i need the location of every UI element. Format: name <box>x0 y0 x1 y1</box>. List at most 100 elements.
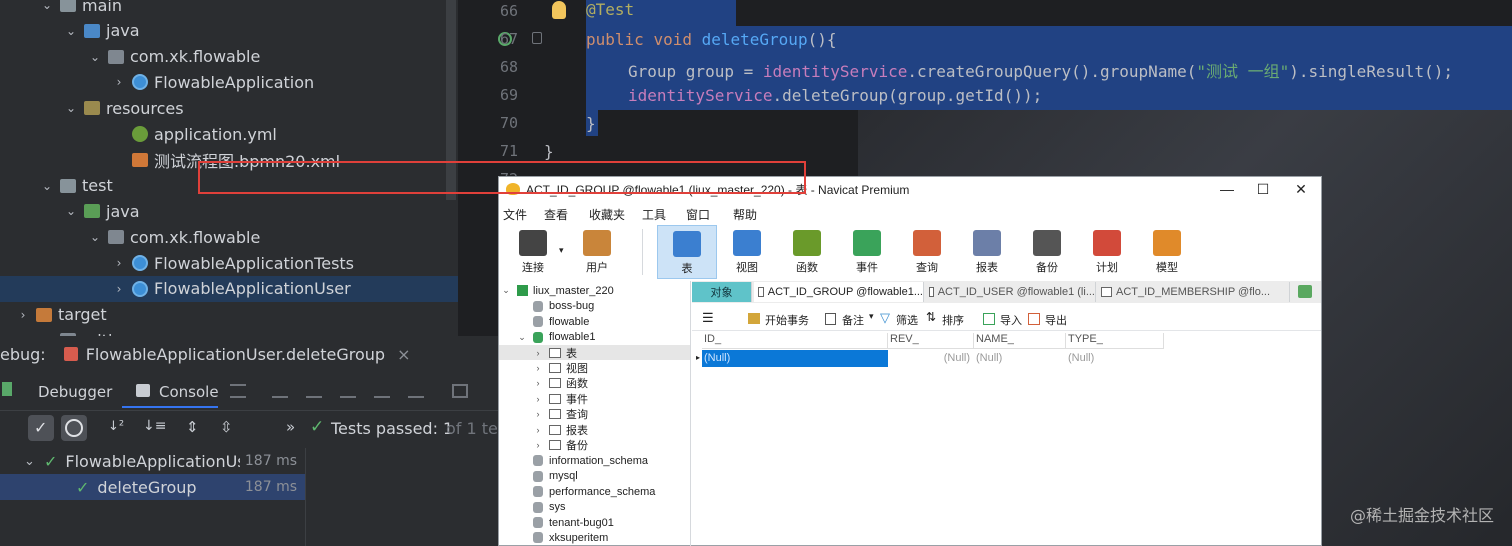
chevron-right-icon[interactable]: › <box>533 425 543 435</box>
chevron-down-icon[interactable]: ⌄ <box>517 332 527 343</box>
toolbar-report-button[interactable]: 报表 <box>957 225 1017 279</box>
filter-button[interactable]: 筛选 <box>896 312 918 328</box>
chevron-right-icon[interactable]: › <box>112 282 126 296</box>
chevron-down-icon[interactable]: ▾ <box>869 311 874 322</box>
step-out-icon[interactable] <box>374 384 390 398</box>
tree-item[interactable]: › target <box>0 302 458 328</box>
tree-item[interactable]: › FlowableApplicationTests <box>0 250 458 276</box>
more-icon[interactable]: » <box>286 418 295 436</box>
show-passed-toggle[interactable]: ✓ <box>28 415 54 441</box>
menu-item[interactable]: 文件 <box>503 206 527 223</box>
toolbar-user-button[interactable]: 用户 <box>567 225 627 279</box>
database-item[interactable]: performance_schema <box>499 484 690 500</box>
tree-item[interactable]: ⌄ java <box>0 198 458 224</box>
grid-cell[interactable]: (Null) <box>1066 350 1164 367</box>
database-item[interactable]: boss-bug <box>499 298 690 314</box>
test-case-row[interactable]: ✓ deleteGroup 187 ms <box>0 474 305 500</box>
database-item[interactable]: information_schema <box>499 453 690 469</box>
chevron-right-icon[interactable]: › <box>533 378 543 388</box>
export-button[interactable]: 导出 <box>1045 312 1067 328</box>
toolbar-model-button[interactable]: 模型 <box>1137 225 1197 279</box>
chevron-down-icon[interactable]: ⌄ <box>64 24 78 38</box>
tree-item[interactable]: › FlowableApplication <box>0 69 458 95</box>
tab-act-id-group[interactable]: ACT_ID_GROUP @flowable1... <box>754 282 924 302</box>
object-group-item[interactable]: › 表 <box>499 344 690 361</box>
grid-cell[interactable]: (Null) <box>888 350 974 367</box>
show-ignored-toggle[interactable] <box>61 415 87 441</box>
step-over-icon[interactable] <box>272 384 288 398</box>
minimize-button[interactable]: — <box>1209 177 1245 201</box>
chevron-right-icon[interactable]: › <box>533 440 543 450</box>
grid-cell[interactable]: (Null) <box>702 350 888 367</box>
tree-item[interactable]: ⌄ resources <box>0 95 458 121</box>
chevron-right-icon[interactable]: › <box>112 256 126 270</box>
toolbar-event-button[interactable]: 事件 <box>837 225 897 279</box>
chevron-down-icon[interactable]: ▾ <box>559 245 564 256</box>
connection-item[interactable]: ⌄ liux_master_220 <box>499 283 690 299</box>
chevron-right-icon[interactable]: › <box>533 363 543 373</box>
menu-item[interactable]: 查看 <box>544 206 568 223</box>
chevron-down-icon[interactable]: ⌄ <box>64 101 78 115</box>
chevron-right-icon[interactable]: › <box>112 75 126 89</box>
database-item[interactable]: flowable <box>499 314 690 330</box>
toolbar-schedule-button[interactable]: 计划 <box>1077 225 1137 279</box>
begin-transaction-button[interactable]: 开始事务 <box>765 312 809 328</box>
tab-act-id-user[interactable]: ACT_ID_USER @flowable1 (li... <box>925 282 1096 302</box>
chevron-down-icon[interactable]: ⌄ <box>24 454 44 469</box>
grid-cell[interactable]: (Null) <box>974 350 1066 367</box>
chevron-right-icon[interactable]: › <box>533 394 543 404</box>
object-group-item[interactable]: › 查询 <box>499 407 690 423</box>
toolbar-function-button[interactable]: 函数 <box>777 225 837 279</box>
menu-item[interactable]: 窗口 <box>686 206 710 223</box>
fold-icon[interactable] <box>532 32 542 44</box>
menu-item[interactable]: 帮助 <box>733 206 757 223</box>
object-group-item[interactable]: › 函数 <box>499 376 690 392</box>
column-header[interactable]: REV_ <box>888 333 974 349</box>
test-suite-row[interactable]: ⌄ ✓ FlowableApplicationUse 187 ms <box>0 448 305 474</box>
import-button[interactable]: 导入 <box>1000 312 1022 328</box>
tree-item[interactable]: ⌄ com.xk.flowable <box>0 44 458 70</box>
column-header[interactable]: NAME_ <box>974 333 1066 349</box>
tree-item[interactable]: › FlowableApplicationUser <box>0 275 458 302</box>
drop-frame-icon[interactable] <box>408 384 424 398</box>
menu-icon[interactable]: ☰ <box>702 310 714 326</box>
menu-item[interactable]: 收藏夹 <box>589 206 625 223</box>
lightbulb-icon[interactable] <box>552 1 566 19</box>
sort-duration-button[interactable]: ↓≡ <box>138 415 166 441</box>
menu-item[interactable]: 工具 <box>642 206 666 223</box>
toolbar-view-button[interactable]: 视图 <box>717 225 777 279</box>
chevron-down-icon[interactable]: ⌄ <box>501 285 511 296</box>
chevron-down-icon[interactable]: ⌄ <box>40 0 54 12</box>
close-button[interactable]: ✕ <box>1283 177 1319 201</box>
database-item[interactable]: tenant-bug01 <box>499 515 690 531</box>
close-icon[interactable]: × <box>397 345 410 364</box>
maximize-button[interactable]: ☐ <box>1245 177 1281 201</box>
database-item[interactable]: mysql <box>499 468 690 484</box>
object-group-item[interactable]: › 报表 <box>499 422 690 438</box>
chevron-down-icon[interactable]: ⌄ <box>40 179 54 193</box>
expand-all-button[interactable]: ⇕ <box>180 415 206 441</box>
toolbar-table-button[interactable]: 表 <box>657 225 717 279</box>
sort-button[interactable]: 排序 <box>942 312 964 328</box>
sort-alpha-button[interactable]: ↓² <box>104 415 130 441</box>
object-group-item[interactable]: › 备份 <box>499 438 690 454</box>
panel-divider[interactable] <box>305 448 306 546</box>
chevron-down-icon[interactable]: ⌄ <box>88 230 102 244</box>
evaluate-icon[interactable] <box>452 384 468 398</box>
toolbar-connection-button[interactable]: 连接 <box>503 225 563 279</box>
tab-console[interactable]: Console <box>159 383 219 401</box>
object-group-item[interactable]: › 视图 <box>499 360 690 376</box>
tab-act-id-membership[interactable]: ACT_ID_MEMBERSHIP @flo... <box>1097 282 1290 302</box>
tab-debugger[interactable]: Debugger <box>38 383 112 401</box>
tree-item[interactable]: application.yml <box>0 121 458 147</box>
object-group-item[interactable]: › 事件 <box>499 391 690 407</box>
tree-item[interactable]: ⌄ com.xk.flowable <box>0 224 458 250</box>
force-step-icon[interactable] <box>340 384 356 398</box>
collapse-all-button[interactable]: ⇳ <box>214 415 240 441</box>
tree-item[interactable]: ⌄ main <box>0 0 458 18</box>
step-into-icon[interactable] <box>306 384 322 398</box>
chevron-right-icon[interactable]: › <box>16 308 30 322</box>
toolbar-backup-button[interactable]: 备份 <box>1017 225 1077 279</box>
database-item[interactable]: xksuperitem <box>499 530 690 546</box>
data-grid[interactable]: ID_ REV_ NAME_ TYPE_ ▸ (Null) (Null) (Nu… <box>696 333 1168 373</box>
